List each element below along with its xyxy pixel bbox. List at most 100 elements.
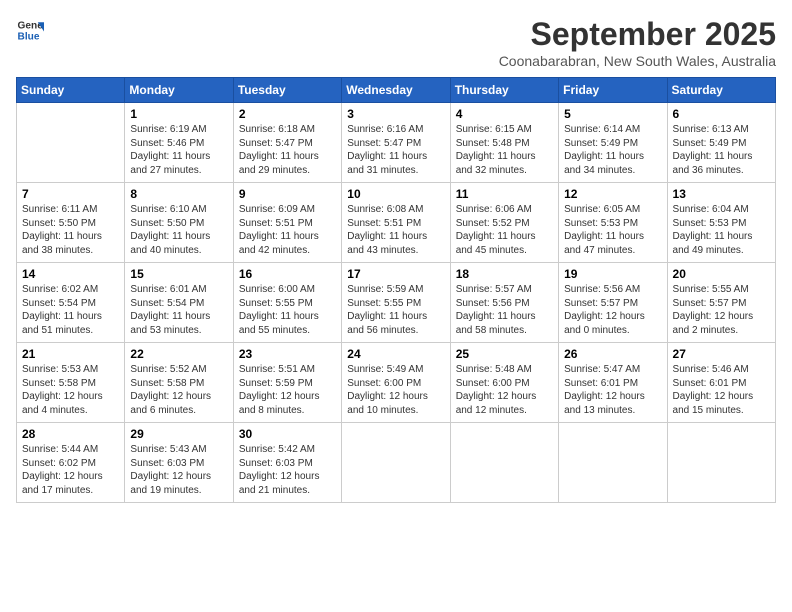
day-number: 25 — [456, 347, 553, 361]
day-number: 14 — [22, 267, 119, 281]
day-info: Sunrise: 5:51 AMSunset: 5:59 PMDaylight:… — [239, 363, 336, 417]
day-number: 5 — [564, 107, 661, 121]
day-info: Sunrise: 6:16 AMSunset: 5:47 PMDaylight:… — [347, 123, 444, 177]
calendar-cell — [17, 103, 125, 183]
day-number: 18 — [456, 267, 553, 281]
day-number: 2 — [239, 107, 336, 121]
weekday-header-friday: Friday — [559, 78, 667, 103]
calendar-cell: 11 Sunrise: 6:06 AMSunset: 5:52 PMDayligh… — [450, 183, 558, 263]
day-info: Sunrise: 6:13 AMSunset: 5:49 PMDaylight:… — [673, 123, 770, 177]
day-info: Sunrise: 5:42 AMSunset: 6:03 PMDaylight:… — [239, 443, 336, 497]
day-number: 23 — [239, 347, 336, 361]
day-number: 20 — [673, 267, 770, 281]
day-info: Sunrise: 6:11 AMSunset: 5:50 PMDaylight:… — [22, 203, 119, 257]
day-number: 12 — [564, 187, 661, 201]
day-number: 9 — [239, 187, 336, 201]
day-info: Sunrise: 5:56 AMSunset: 5:57 PMDaylight:… — [564, 283, 661, 337]
weekday-header-wednesday: Wednesday — [342, 78, 450, 103]
day-number: 7 — [22, 187, 119, 201]
calendar-cell: 16 Sunrise: 6:00 AMSunset: 5:55 PMDayligh… — [233, 263, 341, 343]
day-number: 10 — [347, 187, 444, 201]
calendar-cell: 7 Sunrise: 6:11 AMSunset: 5:50 PMDaylight… — [17, 183, 125, 263]
calendar-cell: 30 Sunrise: 5:42 AMSunset: 6:03 PMDayligh… — [233, 423, 341, 503]
day-number: 13 — [673, 187, 770, 201]
day-info: Sunrise: 6:04 AMSunset: 5:53 PMDaylight:… — [673, 203, 770, 257]
day-info: Sunrise: 6:06 AMSunset: 5:52 PMDaylight:… — [456, 203, 553, 257]
calendar-cell: 6 Sunrise: 6:13 AMSunset: 5:49 PMDaylight… — [667, 103, 775, 183]
day-info: Sunrise: 6:00 AMSunset: 5:55 PMDaylight:… — [239, 283, 336, 337]
calendar-cell: 20Sunrise: 5:55 AMSunset: 5:57 PMDayligh… — [667, 263, 775, 343]
calendar-table: SundayMondayTuesdayWednesdayThursdayFrid… — [16, 77, 776, 503]
day-info: Sunrise: 6:05 AMSunset: 5:53 PMDaylight:… — [564, 203, 661, 257]
day-number: 6 — [673, 107, 770, 121]
calendar-cell: 8 Sunrise: 6:10 AMSunset: 5:50 PMDaylight… — [125, 183, 233, 263]
logo: General Blue — [16, 16, 44, 44]
day-info: Sunrise: 5:48 AMSunset: 6:00 PMDaylight:… — [456, 363, 553, 417]
weekday-header-sunday: Sunday — [17, 78, 125, 103]
calendar-cell: 21Sunrise: 5:53 AMSunset: 5:58 PMDayligh… — [17, 343, 125, 423]
calendar-cell: 26 Sunrise: 5:47 AMSunset: 6:01 PMDayligh… — [559, 343, 667, 423]
week-row-1: 1 Sunrise: 6:19 AMSunset: 5:46 PMDaylight… — [17, 103, 776, 183]
calendar-cell: 10Sunrise: 6:08 AMSunset: 5:51 PMDayligh… — [342, 183, 450, 263]
calendar-cell — [342, 423, 450, 503]
day-info: Sunrise: 6:10 AMSunset: 5:50 PMDaylight:… — [130, 203, 227, 257]
calendar-cell: 19 Sunrise: 5:56 AMSunset: 5:57 PMDayligh… — [559, 263, 667, 343]
day-number: 19 — [564, 267, 661, 281]
calendar-cell: 15 Sunrise: 6:01 AMSunset: 5:54 PMDayligh… — [125, 263, 233, 343]
day-info: Sunrise: 6:19 AMSunset: 5:46 PMDaylight:… — [130, 123, 227, 177]
week-row-4: 21Sunrise: 5:53 AMSunset: 5:58 PMDayligh… — [17, 343, 776, 423]
day-number: 1 — [130, 107, 227, 121]
day-info: Sunrise: 6:02 AMSunset: 5:54 PMDaylight:… — [22, 283, 119, 337]
calendar-cell: 4 Sunrise: 6:15 AMSunset: 5:48 PMDaylight… — [450, 103, 558, 183]
calendar-cell — [667, 423, 775, 503]
calendar-cell: 17Sunrise: 5:59 AMSunset: 5:55 PMDayligh… — [342, 263, 450, 343]
day-number: 11 — [456, 187, 553, 201]
calendar-cell: 13 Sunrise: 6:04 AMSunset: 5:53 PMDayligh… — [667, 183, 775, 263]
calendar-cell: 24Sunrise: 5:49 AMSunset: 6:00 PMDayligh… — [342, 343, 450, 423]
day-info: Sunrise: 5:44 AMSunset: 6:02 PMDaylight:… — [22, 443, 119, 497]
calendar-cell — [450, 423, 558, 503]
weekday-header-row: SundayMondayTuesdayWednesdayThursdayFrid… — [17, 78, 776, 103]
day-number: 26 — [564, 347, 661, 361]
day-number: 15 — [130, 267, 227, 281]
calendar-cell: 28Sunrise: 5:44 AMSunset: 6:02 PMDayligh… — [17, 423, 125, 503]
calendar-cell: 9 Sunrise: 6:09 AMSunset: 5:51 PMDaylight… — [233, 183, 341, 263]
week-row-3: 14 Sunrise: 6:02 AMSunset: 5:54 PMDayligh… — [17, 263, 776, 343]
calendar-cell: 14 Sunrise: 6:02 AMSunset: 5:54 PMDayligh… — [17, 263, 125, 343]
day-info: Sunrise: 5:53 AMSunset: 5:58 PMDaylight:… — [22, 363, 119, 417]
day-info: Sunrise: 6:01 AMSunset: 5:54 PMDaylight:… — [130, 283, 227, 337]
calendar-cell: 3 Sunrise: 6:16 AMSunset: 5:47 PMDaylight… — [342, 103, 450, 183]
week-row-5: 28Sunrise: 5:44 AMSunset: 6:02 PMDayligh… — [17, 423, 776, 503]
calendar-cell: 1 Sunrise: 6:19 AMSunset: 5:46 PMDaylight… — [125, 103, 233, 183]
weekday-header-thursday: Thursday — [450, 78, 558, 103]
svg-text:Blue: Blue — [18, 31, 40, 42]
day-number: 16 — [239, 267, 336, 281]
day-number: 4 — [456, 107, 553, 121]
header: General Blue September 2025 Coonabarabra… — [16, 16, 776, 69]
day-info: Sunrise: 5:46 AMSunset: 6:01 PMDaylight:… — [673, 363, 770, 417]
calendar-cell: 23 Sunrise: 5:51 AMSunset: 5:59 PMDayligh… — [233, 343, 341, 423]
title-area: September 2025 Coonabarabran, New South … — [499, 16, 776, 69]
day-info: Sunrise: 6:15 AMSunset: 5:48 PMDaylight:… — [456, 123, 553, 177]
day-info: Sunrise: 5:57 AMSunset: 5:56 PMDaylight:… — [456, 283, 553, 337]
day-number: 29 — [130, 427, 227, 441]
calendar-cell — [559, 423, 667, 503]
calendar-cell: 25 Sunrise: 5:48 AMSunset: 6:00 PMDayligh… — [450, 343, 558, 423]
week-row-2: 7 Sunrise: 6:11 AMSunset: 5:50 PMDaylight… — [17, 183, 776, 263]
day-info: Sunrise: 5:52 AMSunset: 5:58 PMDaylight:… — [130, 363, 227, 417]
logo-icon: General Blue — [16, 16, 44, 44]
day-info: Sunrise: 6:09 AMSunset: 5:51 PMDaylight:… — [239, 203, 336, 257]
calendar-cell: 5Sunrise: 6:14 AMSunset: 5:49 PMDaylight… — [559, 103, 667, 183]
day-info: Sunrise: 5:49 AMSunset: 6:00 PMDaylight:… — [347, 363, 444, 417]
day-number: 3 — [347, 107, 444, 121]
day-info: Sunrise: 6:18 AMSunset: 5:47 PMDaylight:… — [239, 123, 336, 177]
day-info: Sunrise: 5:43 AMSunset: 6:03 PMDaylight:… — [130, 443, 227, 497]
weekday-header-monday: Monday — [125, 78, 233, 103]
day-number: 30 — [239, 427, 336, 441]
day-info: Sunrise: 5:47 AMSunset: 6:01 PMDaylight:… — [564, 363, 661, 417]
calendar-cell: 29 Sunrise: 5:43 AMSunset: 6:03 PMDayligh… — [125, 423, 233, 503]
day-number: 27 — [673, 347, 770, 361]
day-number: 8 — [130, 187, 227, 201]
calendar-cell: 27 Sunrise: 5:46 AMSunset: 6:01 PMDayligh… — [667, 343, 775, 423]
day-number: 22 — [130, 347, 227, 361]
